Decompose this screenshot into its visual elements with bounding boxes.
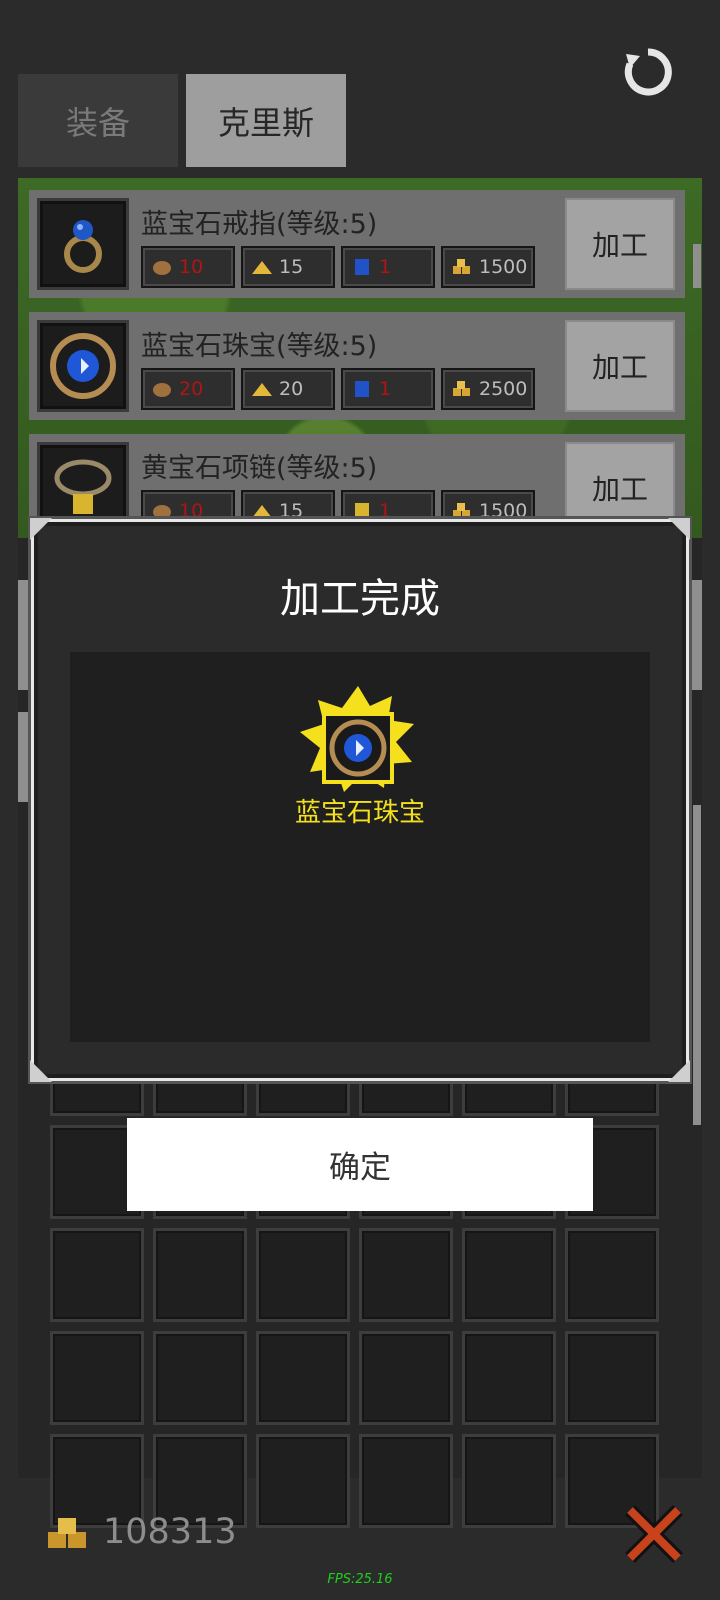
process-complete-dialog: 加工完成 蓝宝石珠宝	[30, 518, 690, 1082]
gold-coins-icon	[453, 259, 470, 274]
confirm-button[interactable]: 确定	[127, 1118, 593, 1211]
close-icon[interactable]	[622, 1502, 686, 1566]
cost-coins-value: 2500	[479, 378, 528, 400]
gold-coins-icon	[453, 503, 470, 518]
tab-equipment[interactable]: 装备	[18, 74, 178, 167]
cost-gem-value: 1	[379, 256, 392, 278]
ore-icon	[153, 261, 171, 275]
recipe-name: 黄宝石项链(等级:5)	[141, 453, 378, 484]
yellow-gem-icon	[355, 503, 369, 519]
cost-ore: 20	[141, 368, 235, 410]
inventory-slot[interactable]	[462, 1434, 556, 1528]
cost-gold-dust-value: 15	[279, 256, 304, 278]
corner-ornament-icon	[668, 518, 690, 540]
cost-coins-value: 1500	[479, 500, 528, 522]
tab-chris-label: 克里斯	[217, 103, 314, 142]
dialog-title: 加工完成	[280, 576, 440, 622]
gold-coins-icon	[48, 1518, 86, 1548]
inventory-slot[interactable]	[462, 1331, 556, 1425]
cost-coins: 2500	[441, 368, 535, 410]
process-button[interactable]: 加工	[565, 198, 675, 290]
ore-icon	[153, 383, 171, 397]
process-button[interactable]: 加工	[565, 320, 675, 412]
ore-icon	[153, 505, 171, 519]
inventory-slot[interactable]	[256, 1331, 350, 1425]
cost-gold-dust-value: 20	[279, 378, 304, 400]
cost-gem-value: 1	[379, 500, 392, 522]
tab-chris[interactable]: 克里斯	[186, 74, 346, 167]
cost-coins: 1500	[441, 246, 535, 288]
cost-gem: 1	[341, 368, 435, 410]
inventory-scrollbar[interactable]	[693, 805, 701, 1125]
cost-ore-value: 10	[179, 256, 204, 278]
recipe-scrollbar[interactable]	[693, 244, 701, 288]
gold-coins-icon	[453, 381, 470, 396]
fps-counter: FPS:25.16	[327, 1572, 393, 1587]
cost-gold-dust: 15	[241, 246, 335, 288]
process-button[interactable]: 加工	[565, 442, 675, 534]
inventory-slot[interactable]	[153, 1331, 247, 1425]
gold-pile-icon	[252, 261, 272, 274]
cost-gold-dust: 20	[241, 368, 335, 410]
recipe-name: 蓝宝石珠宝(等级:5)	[141, 331, 378, 362]
inventory-slot[interactable]	[256, 1434, 350, 1528]
inventory-slot[interactable]	[359, 1434, 453, 1528]
recipe-card: 蓝宝石珠宝(等级:5) 20 20 1 2500 加工	[29, 312, 685, 420]
corner-ornament-icon	[668, 1060, 690, 1082]
recipe-card: 蓝宝石戒指(等级:5) 10 15 1 1500 加工	[29, 190, 685, 298]
cost-gem-value: 1	[379, 378, 392, 400]
sapphire-ring-icon	[37, 198, 129, 290]
inventory-slot[interactable]	[359, 1228, 453, 1322]
cost-gold-dust-value: 15	[279, 500, 304, 522]
gold-amount: 108313	[103, 1512, 237, 1552]
inventory-slot[interactable]	[256, 1228, 350, 1322]
recipe-name: 蓝宝石戒指(等级:5)	[141, 209, 378, 240]
sapphire-jewel-icon	[37, 320, 129, 412]
side-handle-left[interactable]	[18, 580, 32, 690]
inventory-slot[interactable]	[359, 1331, 453, 1425]
corner-ornament-icon	[30, 1060, 52, 1082]
inventory-slot[interactable]	[153, 1228, 247, 1322]
inventory-slot[interactable]	[565, 1228, 659, 1322]
inventory-slot[interactable]	[50, 1228, 144, 1322]
gold-pile-icon	[252, 505, 272, 518]
inventory-slot[interactable]	[565, 1331, 659, 1425]
blue-gem-icon	[355, 381, 369, 397]
refresh-icon[interactable]	[622, 46, 674, 98]
corner-ornament-icon	[30, 518, 52, 540]
cost-ore-value: 10	[179, 500, 204, 522]
cost-gem: 1	[341, 246, 435, 288]
inventory-slot[interactable]	[50, 1331, 144, 1425]
side-handle-left-2[interactable]	[18, 712, 32, 802]
result-area: 蓝宝石珠宝	[70, 652, 650, 1042]
result-item-icon[interactable]	[288, 684, 428, 794]
inventory-slot[interactable]	[462, 1228, 556, 1322]
side-handle-right[interactable]	[688, 580, 702, 690]
tab-equipment-label: 装备	[65, 103, 130, 142]
cost-ore: 10	[141, 246, 235, 288]
blue-gem-icon	[355, 259, 369, 275]
cost-ore-value: 20	[179, 378, 204, 400]
gold-pile-icon	[252, 383, 272, 396]
cost-coins-value: 1500	[479, 256, 528, 278]
result-item-name: 蓝宝石珠宝	[294, 798, 425, 828]
